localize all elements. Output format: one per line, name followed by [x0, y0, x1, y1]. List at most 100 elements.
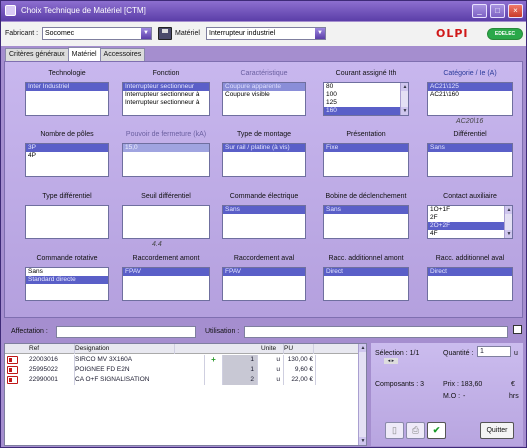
list-item[interactable]: 3P [26, 144, 108, 152]
list-item[interactable]: 4F [428, 230, 512, 238]
new-document-button[interactable]: ▯ [385, 422, 404, 439]
check-icon: ✔ [432, 425, 441, 435]
fonction-listbox[interactable]: Interrupteur sectionneur Interrupteur sec… [122, 82, 210, 116]
listbox-scrollbar[interactable]: ▲ ▼ [504, 206, 512, 238]
categorie-listbox[interactable]: AC21\125 AC21\160 [427, 82, 513, 116]
maximize-button[interactable]: □ [490, 4, 505, 18]
commande-elec-listbox[interactable]: Sans [222, 205, 306, 239]
list-item[interactable]: Sans [223, 206, 305, 214]
racc-add-amont-title: Racc. additionnel amont [328, 255, 404, 262]
differentiel-listbox[interactable]: Sans [427, 143, 513, 177]
scroll-up-icon[interactable]: ▲ [505, 206, 512, 214]
list-item[interactable]: 2O+2F [428, 222, 512, 230]
olpi-logo: OLPI [436, 27, 469, 40]
seuil-diff-listbox[interactable] [122, 205, 210, 239]
list-item[interactable]: Standard directe [26, 276, 108, 284]
window-title: Choix Technique de Matériel [CTM] [21, 6, 146, 15]
contact-aux-listbox[interactable]: 1O+1F 2F 2O+2F 4F ▲ ▼ [427, 205, 513, 239]
list-item[interactable]: FPAV [123, 268, 209, 276]
scroll-down-icon[interactable]: ▼ [505, 230, 512, 238]
affectation-label: Affectation : [11, 328, 48, 335]
selection-nav-arrows[interactable]: ◂ ▸ [384, 358, 398, 364]
validate-button[interactable]: ✔ [427, 422, 446, 439]
list-item[interactable]: Fixe [324, 144, 408, 152]
close-button[interactable]: × [508, 4, 523, 18]
list-item[interactable]: Direct [428, 268, 512, 276]
quit-button[interactable]: Quitter [480, 422, 514, 439]
list-item[interactable]: 2F [428, 214, 512, 222]
racc-add-aval-listbox[interactable]: Direct [427, 267, 513, 301]
mo-label: M.O : [443, 393, 461, 400]
list-item[interactable]: AC21\125 [428, 83, 512, 91]
tab-criteres-generaux[interactable]: Critères généraux [5, 48, 69, 61]
list-item[interactable]: FPAV [223, 268, 305, 276]
print-button[interactable]: ⎙ [406, 422, 425, 439]
montage-listbox[interactable]: Sur rail / platine (à vis) [222, 143, 306, 177]
type-diff-title: Type différentiel [42, 193, 92, 200]
racc-amont-listbox[interactable]: FPAV [122, 267, 210, 301]
racc-aval-listbox[interactable]: FPAV [222, 267, 306, 301]
table-scrollbar[interactable]: ▲ ▼ [358, 344, 366, 445]
affectation-input[interactable] [56, 326, 196, 338]
list-item[interactable]: Coupure apparente [223, 83, 305, 91]
list-item[interactable]: Sur rail / platine (à vis) [223, 144, 305, 152]
list-item[interactable]: Interrupteur sectionneur [123, 83, 209, 91]
list-item[interactable]: Sans [26, 268, 108, 276]
list-item[interactable]: Interrupteur sectionneur à [123, 91, 209, 99]
list-item[interactable]: AC21\160 [428, 91, 512, 99]
tab-materiel[interactable]: Matériel [67, 47, 101, 61]
racc-add-amont-listbox[interactable]: Direct [323, 267, 409, 301]
poles-listbox[interactable]: 3P 4P [25, 143, 109, 177]
component-icon [7, 376, 18, 384]
caracteristique-listbox[interactable]: Coupure apparente Coupure visible [222, 82, 306, 116]
list-item[interactable]: Sans [428, 144, 512, 152]
scroll-down-icon[interactable]: ▼ [401, 107, 408, 115]
row-qty[interactable]: 2 [223, 375, 258, 385]
scroll-up-icon[interactable]: ▲ [359, 344, 366, 352]
col-ref: Ref [29, 344, 75, 354]
presentation-title: Présentation [346, 131, 386, 138]
table-row[interactable]: 22003016 SIRCO MV 3X160A + 1 u 130,00 € [5, 355, 366, 365]
minimize-button[interactable]: _ [472, 4, 487, 18]
list-item[interactable]: Sans [324, 206, 408, 214]
list-item[interactable]: Interrupteur sectionneur à [123, 99, 209, 107]
add-icon[interactable]: + [205, 355, 223, 365]
list-item[interactable]: Coupure visible [223, 91, 305, 99]
row-qty[interactable]: 1 [223, 355, 258, 365]
commande-rot-listbox[interactable]: Sans Standard directe [25, 267, 109, 301]
list-item[interactable]: 160 [324, 107, 408, 115]
quantite-input[interactable]: 1 [477, 346, 511, 357]
list-item[interactable]: 15,0 [123, 144, 209, 152]
row-qty[interactable]: 1 [223, 365, 258, 375]
save-icon[interactable] [158, 27, 172, 40]
scroll-up-icon[interactable]: ▲ [401, 83, 408, 91]
list-item[interactable]: 1O+1F [428, 206, 512, 214]
listbox-scrollbar[interactable]: ▲ ▼ [400, 83, 408, 115]
list-item[interactable]: Direct [324, 268, 408, 276]
pouvoir-listbox[interactable]: 15,0 [122, 143, 210, 177]
courant-listbox[interactable]: 80 100 125 160 ▲ ▼ [323, 82, 409, 116]
option-checkbox[interactable] [513, 325, 522, 334]
type-diff-listbox[interactable] [25, 205, 109, 239]
quantite-unit: u [514, 350, 518, 357]
technologie-listbox[interactable]: Inter Industriel [25, 82, 109, 116]
tab-accessoires[interactable]: Accessoires [99, 48, 146, 61]
row-designation: POIGNEE FD E2N [75, 365, 205, 375]
bobine-listbox[interactable]: Sans [323, 205, 409, 239]
list-item[interactable]: 4P [26, 152, 108, 160]
materiel-select[interactable]: Interrupteur industriel ▼ [206, 27, 326, 40]
fabricant-select[interactable]: Socomec ▼ [42, 27, 152, 40]
list-item[interactable]: 80 [324, 83, 408, 91]
list-item[interactable]: 125 [324, 99, 408, 107]
scroll-down-icon[interactable]: ▼ [359, 437, 366, 445]
presentation-listbox[interactable]: Fixe [323, 143, 409, 177]
table-row[interactable]: 22990001 CA O+F SIGNALISATION 2 u 22,00 … [5, 375, 366, 385]
selection-label: Sélection : 1/1 [375, 350, 420, 357]
list-item[interactable]: 100 [324, 91, 408, 99]
utilisation-input[interactable] [244, 326, 508, 338]
caracteristique-title: Caractéristique [240, 70, 288, 77]
list-item[interactable]: Inter Industriel [26, 83, 108, 91]
col-unite: Unite [258, 344, 284, 354]
col-designation: Designation [75, 344, 175, 354]
table-row[interactable]: 25995022 POIGNEE FD E2N 1 u 9,60 € [5, 365, 366, 375]
